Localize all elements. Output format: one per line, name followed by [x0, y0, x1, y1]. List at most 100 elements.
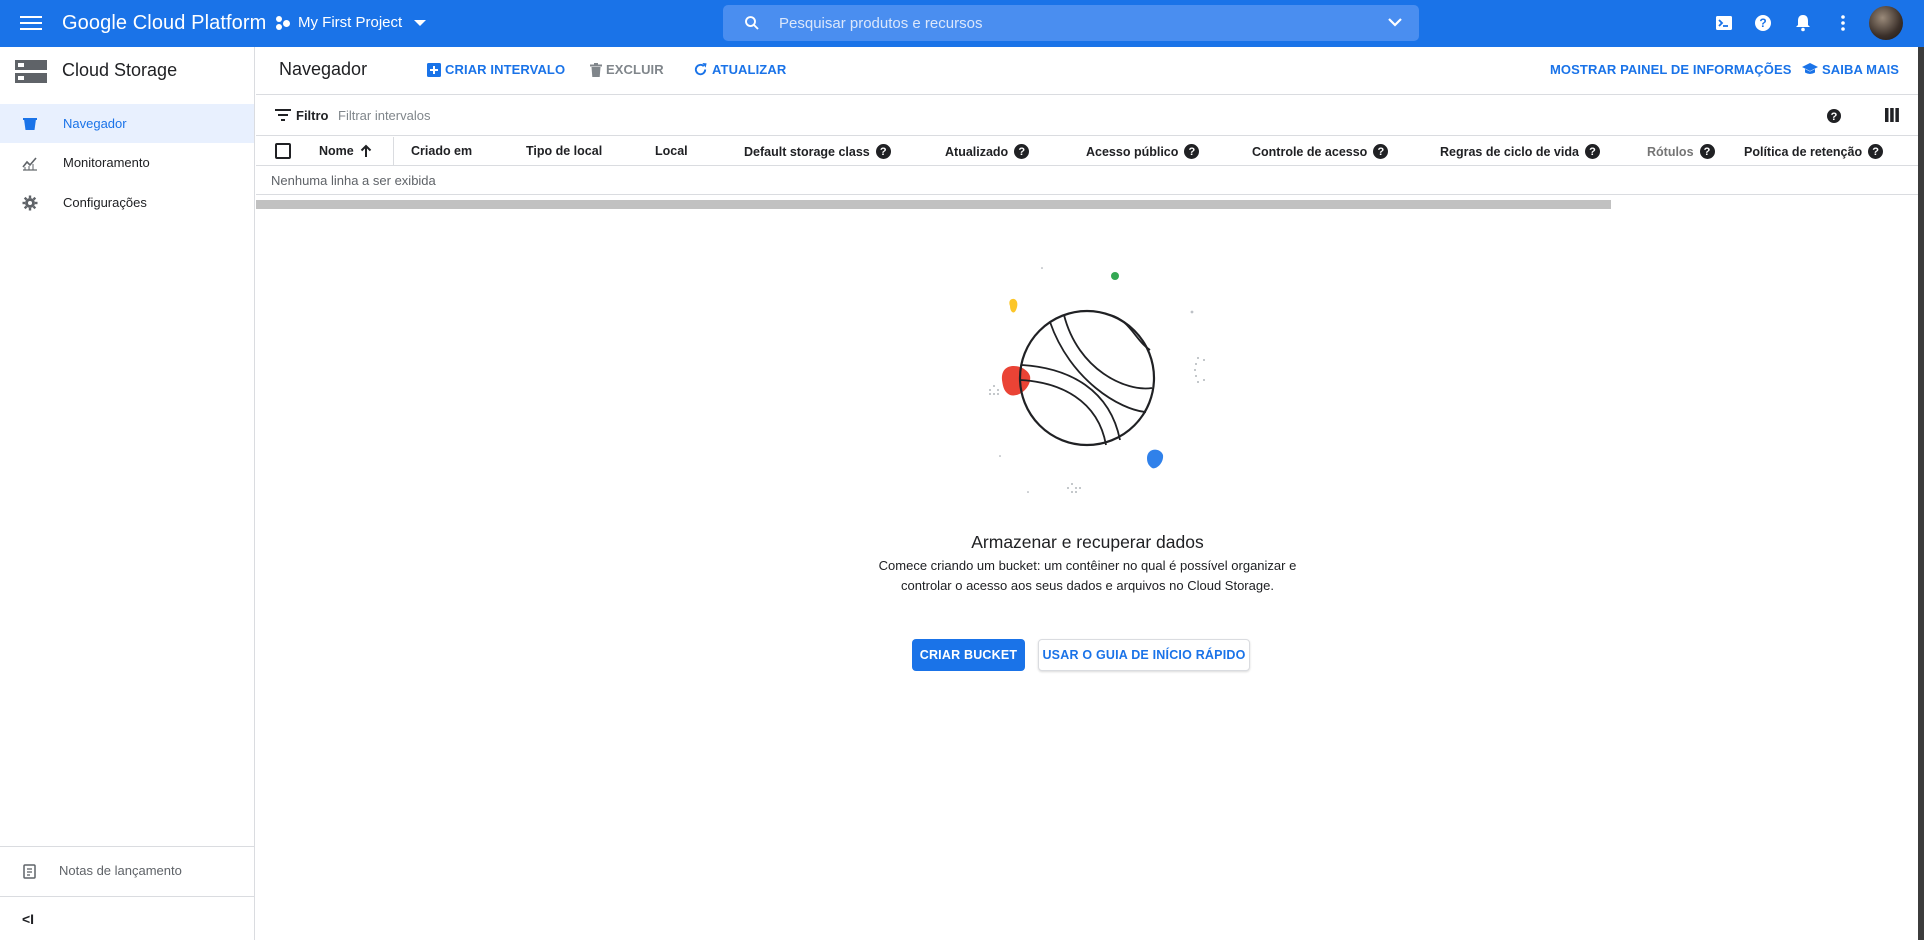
trash-icon [590, 62, 602, 77]
sidebar-item-label: Monitoramento [63, 155, 150, 170]
create-bucket-action[interactable]: CRIAR INTERVALO [427, 62, 565, 77]
empty-state-illustration [989, 267, 1205, 493]
help-icon[interactable]: ? [1868, 144, 1884, 159]
column-label: Criado em [411, 144, 473, 158]
column-header-criado-em[interactable]: Criado em [411, 144, 472, 158]
column-header-politica-de-retencao[interactable]: Política de retenção? [1744, 144, 1884, 159]
column-header-tipo-de-local[interactable]: Tipo de local [526, 144, 602, 158]
table-empty-row: Nenhuma linha a ser exibida [256, 167, 1924, 195]
sidebar-item-configuracoes[interactable]: Configurações [0, 183, 254, 222]
search-icon [745, 16, 759, 30]
collapse-icon: <I [22, 911, 35, 927]
learn-more-label: SAIBA MAIS [1822, 62, 1900, 77]
menu-icon[interactable] [20, 13, 42, 33]
column-label: Política de retenção [1744, 144, 1863, 159]
brand-title[interactable]: Google Cloud Platform [62, 12, 266, 35]
learn-more-action[interactable]: SAIBA MAIS [1802, 62, 1899, 77]
filter-input[interactable] [338, 102, 738, 128]
create-bucket-label: CRIAR INTERVALO [445, 62, 566, 77]
svg-text:?: ? [1831, 111, 1838, 123]
column-header-storage-class[interactable]: Default storage class? [744, 144, 891, 159]
page-title: Navegador [279, 59, 368, 79]
delete-label: EXCLUIR [606, 62, 664, 77]
column-label: Nome [319, 144, 354, 158]
top-bar: Google Cloud Platform My First Project ? [0, 0, 1924, 47]
column-label: Rótulos [1647, 144, 1694, 159]
table-header: Nome Criado em Tipo de local Local Defau… [256, 137, 1924, 166]
bucket-icon [23, 118, 37, 130]
refresh-icon [694, 62, 707, 76]
column-label: Default storage class [744, 144, 870, 159]
help-icon[interactable]: ? [1373, 144, 1389, 159]
arrow-up-icon [360, 144, 371, 157]
column-header-controle-de-acesso[interactable]: Controle de acesso? [1252, 144, 1389, 159]
release-notes-label: Notas de lançamento [59, 863, 182, 878]
project-name: My First Project [298, 14, 403, 31]
horizontal-scrollbar[interactable] [256, 200, 1611, 209]
column-display-icon[interactable] [1885, 108, 1899, 122]
delete-action[interactable]: EXCLUIR [590, 62, 664, 77]
empty-state-title: Armazenar e recuperar dados [971, 532, 1204, 552]
column-label: Local [655, 144, 688, 158]
empty-state-description: Comece criando um bucket: um contêiner n… [878, 558, 1297, 593]
info-panel-label: MOSTRAR PAINEL DE INFORMAÇÕES [1550, 62, 1792, 77]
page-header: Navegador CRIAR INTERVALO EXCLUIR ATUALI… [256, 47, 1924, 95]
column-header-acesso-publico[interactable]: Acesso público? [1086, 144, 1200, 159]
chart-icon [22, 157, 37, 171]
column-header-ciclo-de-vida[interactable]: Regras de ciclo de vida? [1440, 144, 1600, 159]
sidebar: Cloud Storage Navegador Monitoramento Co… [0, 47, 255, 940]
cloud-shell-icon[interactable] [1713, 12, 1735, 34]
project-icon [276, 15, 292, 31]
collapse-sidebar-button[interactable]: <I [0, 896, 254, 940]
release-notes-icon [23, 864, 36, 879]
column-label: Acesso público [1086, 144, 1179, 159]
column-label: Atualizado [945, 144, 1009, 159]
column-header-local[interactable]: Local [655, 144, 688, 158]
refresh-action[interactable]: ATUALIZAR [693, 62, 786, 77]
help-icon[interactable]: ? [875, 144, 891, 159]
help-icon[interactable]: ? [1184, 144, 1200, 159]
column-label: Tipo de local [526, 144, 603, 158]
help-icon[interactable]: ? [1699, 144, 1715, 159]
filter-label: Filtro [296, 108, 329, 123]
column-header-atualizado[interactable]: Atualizado? [945, 144, 1030, 159]
avatar[interactable] [1869, 6, 1903, 40]
sidebar-header: Cloud Storage [0, 47, 255, 95]
chevron-down-icon[interactable] [1387, 16, 1403, 28]
more-vert-icon[interactable] [1832, 12, 1854, 34]
column-label: Controle de acesso [1252, 144, 1368, 159]
window-edge [1918, 47, 1924, 940]
sidebar-item-navegador[interactable]: Navegador [0, 104, 254, 143]
search-input[interactable] [779, 5, 1339, 41]
gear-icon [22, 195, 38, 211]
search-bar[interactable] [723, 5, 1419, 41]
help-icon[interactable]: ? [1752, 12, 1774, 34]
refresh-label: ATUALIZAR [712, 62, 787, 77]
svg-text:?: ? [1759, 16, 1766, 30]
quickstart-guide-button[interactable]: USAR O GUIA DE INÍCIO RÁPIDO [1038, 639, 1250, 671]
filter-bar: Filtro ? [256, 96, 1924, 136]
create-bucket-button[interactable]: CRIAR BUCKET [912, 639, 1025, 671]
sidebar-item-label: Configurações [63, 195, 147, 210]
column-label: Regras de ciclo de vida [1440, 144, 1579, 159]
column-header-rotulos[interactable]: Rótulos? [1647, 144, 1715, 159]
add-box-icon [427, 62, 441, 77]
select-all-checkbox[interactable] [275, 143, 291, 159]
column-divider[interactable] [393, 137, 394, 166]
help-icon[interactable]: ? [1014, 144, 1030, 159]
sidebar-item-monitoramento[interactable]: Monitoramento [0, 143, 254, 182]
filter-icon [275, 109, 291, 121]
product-title: Cloud Storage [62, 60, 178, 80]
notifications-icon[interactable] [1792, 12, 1814, 34]
column-header-nome[interactable]: Nome [319, 144, 372, 158]
help-icon[interactable]: ? [1826, 108, 1842, 124]
school-icon [1802, 63, 1818, 74]
project-selector[interactable]: My First Project [276, 14, 427, 31]
empty-table-text: Nenhuma linha a ser exibida [271, 173, 436, 188]
info-panel-action[interactable]: MOSTRAR PAINEL DE INFORMAÇÕES [1550, 62, 1791, 77]
storage-icon [15, 60, 47, 83]
sidebar-item-label: Navegador [63, 116, 127, 131]
release-notes-link[interactable]: Notas de lançamento [0, 846, 254, 896]
help-icon[interactable]: ? [1584, 144, 1600, 159]
chevron-down-icon [414, 19, 427, 26]
